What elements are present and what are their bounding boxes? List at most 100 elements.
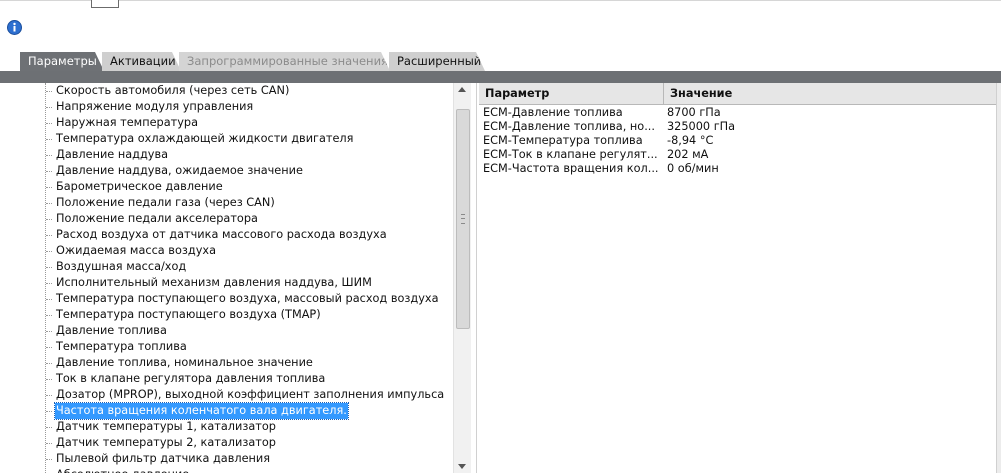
- tree-branch-line: [46, 91, 52, 92]
- tree-item-label: Воздушная масса/ход: [56, 260, 187, 273]
- tree-branch-line: [46, 203, 52, 204]
- top-partial-control[interactable]: [91, 0, 119, 8]
- tree-item-label: Температура поступающего воздуха (TMAP): [56, 308, 321, 321]
- tree-branch-line: [46, 379, 52, 380]
- column-header-value[interactable]: Значение: [664, 83, 796, 104]
- tree-item[interactable]: Скорость автомобиля (через сеть CAN): [0, 83, 453, 99]
- tree-branch-line: [46, 235, 52, 236]
- tree-branch-line: [46, 443, 52, 444]
- tree-item[interactable]: Воздушная масса/ход: [0, 259, 453, 275]
- parameter-tree: Скорость автомобиля (через сеть CAN) Напр…: [0, 83, 453, 473]
- tree-item-label: Давление наддува: [56, 148, 169, 161]
- table-header: Параметр Значение: [479, 83, 996, 105]
- tree-item[interactable]: Температура поступающего воздуха, массов…: [0, 291, 453, 307]
- tree-branch-line: [46, 187, 52, 188]
- tree-branch-line: [46, 283, 52, 284]
- tab-activations[interactable]: Активации: [102, 52, 181, 71]
- tree-branch-line: [46, 427, 52, 428]
- tree-item-label: Датчик температуры 2, катализатор: [56, 436, 276, 449]
- tab-programmed-values[interactable]: Запрограммированные значения: [179, 52, 390, 71]
- table-row[interactable]: ECM-Температура топлива -8,94 °C: [479, 134, 996, 148]
- tree-item[interactable]: Давление топлива: [0, 323, 453, 339]
- tree-item-label: Давление топлива: [56, 324, 167, 337]
- tree-item[interactable]: Температура поступающего воздуха (TMAP): [0, 307, 453, 323]
- cell-parameter: ECM-Температура топлива: [483, 134, 643, 147]
- tree-item[interactable]: Давление наддува, ожидаемое значение: [0, 163, 453, 179]
- info-icon[interactable]: [6, 19, 23, 36]
- tree-branch-line: [46, 395, 52, 396]
- cell-parameter: ECM-Ток в клапане регулят...: [483, 148, 658, 161]
- tree-item[interactable]: Исполнительный механизм давления наддува…: [0, 275, 453, 291]
- tree-item[interactable]: Положение педали газа (через CAN): [0, 195, 453, 211]
- table-row[interactable]: ECM-Ток в клапане регулят... 202 мА: [479, 148, 996, 162]
- tree-item[interactable]: Расход воздуха от датчика массового расх…: [0, 227, 453, 243]
- tree-item[interactable]: Датчик температуры 1, катализатор: [0, 419, 453, 435]
- scrollbar-thumb[interactable]: [456, 109, 470, 329]
- tree-item-label: Скорость автомобиля (через сеть CAN): [56, 84, 290, 97]
- tree-item-label: Температура поступающего воздуха, массов…: [56, 292, 439, 305]
- cell-value: 8700 гПа: [667, 106, 721, 119]
- tree-item[interactable]: Напряжение модуля управления: [0, 99, 453, 115]
- tree-item[interactable]: Положение педали акселератора: [0, 211, 453, 227]
- tree-branch-line: [46, 299, 52, 300]
- tree-item[interactable]: Наружная температура: [0, 115, 453, 131]
- table-row[interactable]: ECM-Давление топлива, но... 325000 гПа: [479, 120, 996, 134]
- cell-value: 202 мА: [667, 148, 709, 161]
- right-pane-edge: [996, 83, 1001, 473]
- tab-advanced[interactable]: Расширенный: [389, 52, 485, 71]
- tree-item[interactable]: Давление топлива, номинальное значение: [0, 355, 453, 371]
- tree-item-label: Положение педали газа (через CAN): [56, 196, 275, 209]
- tree-item-label: Расход воздуха от датчика массового расх…: [56, 228, 387, 241]
- tree-item-label: Дозатор (MPROP), выходной коэффициент за…: [56, 388, 445, 401]
- scroll-up-arrow-icon[interactable]: [458, 87, 466, 92]
- tree-item-label: Частота вращения коленчатого вала двигат…: [54, 402, 349, 420]
- tree-branch-line: [46, 171, 52, 172]
- tree-item-label: Ожидаемая масса воздуха: [56, 244, 216, 257]
- tree-item-label: Положение педали акселератора: [56, 212, 258, 225]
- tree-vertical-scrollbar[interactable]: [453, 83, 471, 473]
- tree-item-label: Пылевой фильтр датчика давления: [56, 452, 271, 465]
- tree-branch-line: [46, 315, 52, 316]
- tree-item[interactable]: Датчик температуры 2, катализатор: [0, 435, 453, 451]
- cell-parameter: ECM-Давление топлива, но...: [483, 120, 655, 133]
- grip-icon: [461, 214, 465, 224]
- tree-branch-line: [46, 123, 52, 124]
- tree-item[interactable]: Барометрическое давление: [0, 179, 453, 195]
- tree-branch-line: [46, 251, 52, 252]
- column-header-parameter[interactable]: Параметр: [479, 83, 664, 104]
- cell-value: 325000 гПа: [667, 120, 736, 133]
- tab-content-header-band: [0, 71, 1001, 83]
- tree-branch-line: [46, 267, 52, 268]
- tree-branch-line: [46, 219, 52, 220]
- table-row[interactable]: ECM-Частота вращения кол... 0 об/мин: [479, 162, 996, 176]
- tree-branch-line: [46, 363, 52, 364]
- tree-item-label: Температура охлаждающей жидкости двигате…: [56, 132, 354, 145]
- parameter-tree-pane: Скорость автомобиля (через сеть CAN) Напр…: [0, 83, 477, 473]
- tree-branch-line: [46, 347, 52, 348]
- tree-item-label: Давление наддува, ожидаемое значение: [56, 164, 303, 177]
- tree-item-label: Датчик температуры 1, катализатор: [56, 420, 276, 433]
- tree-item-label: Давление топлива, номинальное значение: [56, 356, 313, 369]
- tree-branch-line: [46, 331, 52, 332]
- scroll-down-arrow-icon[interactable]: [458, 464, 466, 469]
- tree-item-label: Напряжение модуля управления: [56, 100, 254, 113]
- tree-item[interactable]: Давление наддува: [0, 147, 453, 163]
- tree-item[interactable]: Ожидаемая масса воздуха: [0, 243, 453, 259]
- tree-item-label: Температура топлива: [56, 340, 187, 353]
- tree-item-label: Исполнительный механизм давления наддува…: [56, 276, 372, 289]
- tree-branch-line: [46, 411, 52, 412]
- tree-item[interactable]: Ток в клапане регулятора давления топлив…: [0, 371, 453, 387]
- tab-parameters[interactable]: Параметры: [20, 52, 104, 71]
- tree-item-label: Наружная температура: [56, 116, 198, 129]
- selected-parameters-table: Параметр Значение ECM-Давление топлива 87…: [479, 83, 996, 473]
- tree-item[interactable]: Частота вращения коленчатого вала двигат…: [0, 402, 453, 420]
- tree-item[interactable]: Температура топлива: [0, 339, 453, 355]
- tree-item-label: Барометрическое давление: [56, 180, 223, 193]
- tree-item[interactable]: Абсолютное давление...: [0, 467, 453, 473]
- tree-item[interactable]: Дозатор (MPROP), выходной коэффициент за…: [0, 387, 453, 403]
- table-row[interactable]: ECM-Давление топлива 8700 гПа: [479, 106, 996, 120]
- tree-branch-line: [46, 139, 52, 140]
- tree-item[interactable]: Пылевой фильтр датчика давления: [0, 451, 453, 467]
- cell-parameter: ECM-Давление топлива: [483, 106, 623, 119]
- tree-item[interactable]: Температура охлаждающей жидкости двигате…: [0, 131, 453, 147]
